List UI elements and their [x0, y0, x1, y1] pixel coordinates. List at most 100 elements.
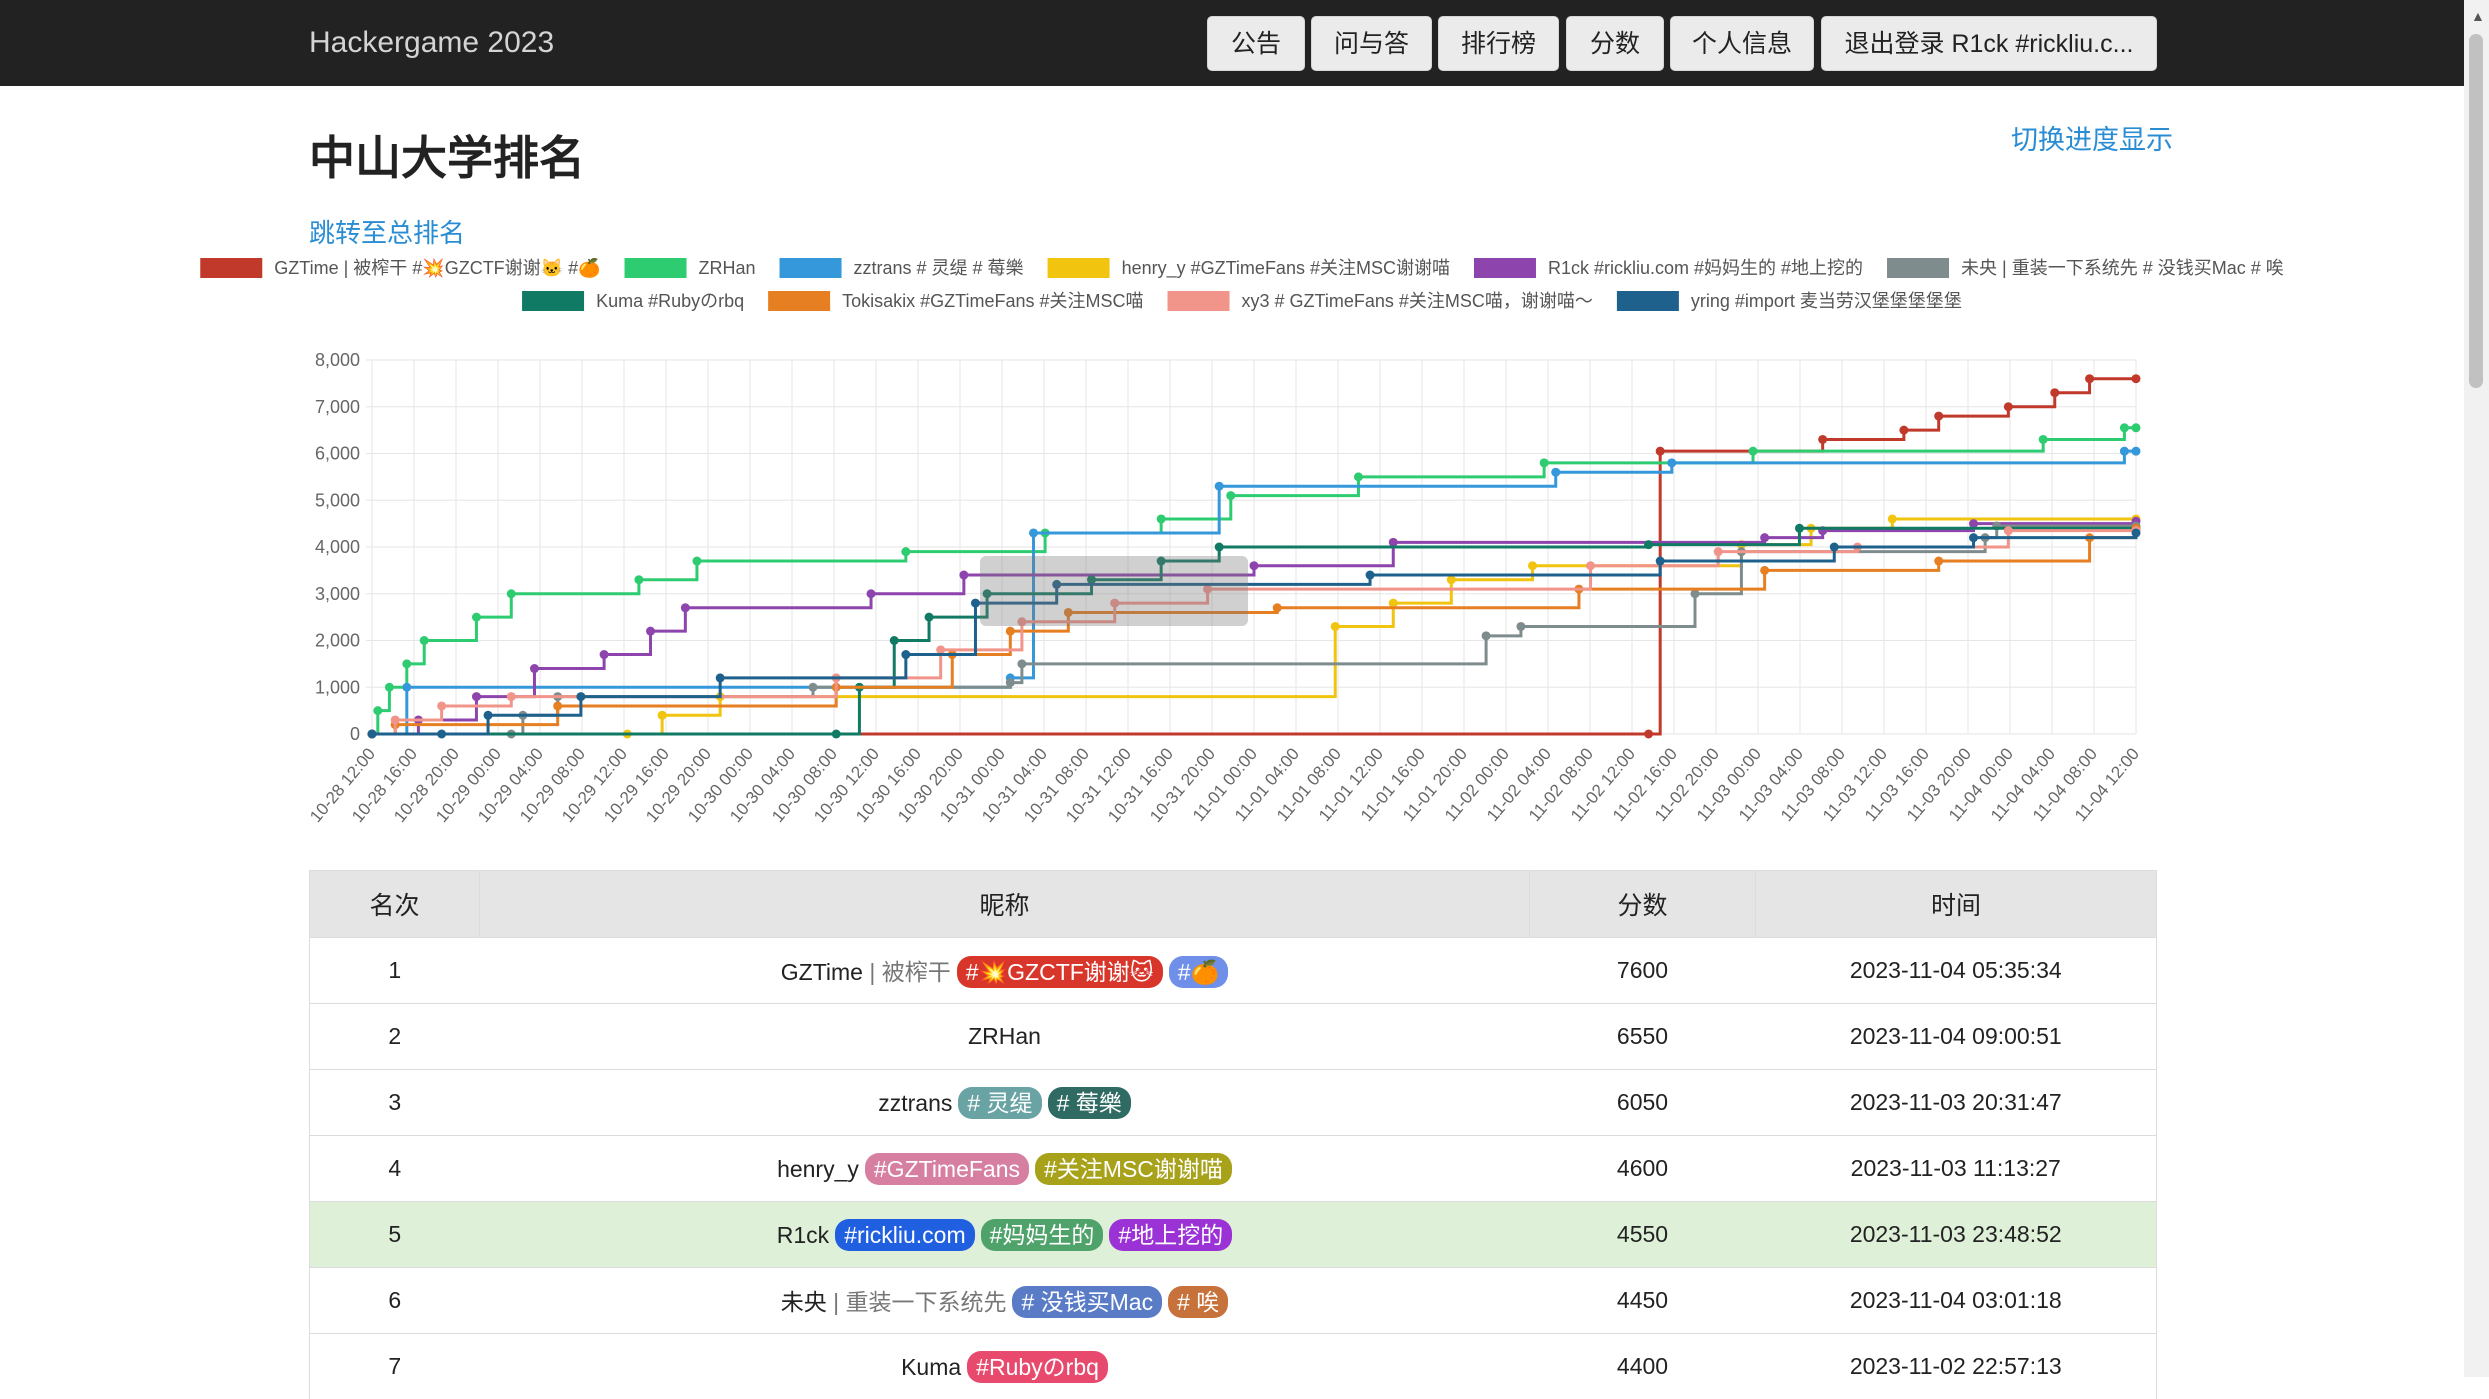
series-point	[1656, 447, 1665, 456]
player-tag-badge: #妈妈生的	[981, 1219, 1104, 1251]
series-point	[472, 613, 481, 622]
ranking-table: 名次 昵称 分数 时间 1GZTime | 被榨干#💥GZCTF谢谢🐱#🍊760…	[309, 870, 2157, 1399]
y-tick-label: 7,000	[315, 397, 360, 417]
player-tag-badge: # 唉	[1168, 1286, 1228, 1318]
nickname-cell: zztrans# 灵缇# 莓樂	[480, 1070, 1530, 1136]
series-point	[2132, 528, 2141, 537]
series-point	[2120, 447, 2129, 456]
series-point	[437, 730, 446, 739]
legend-label: zztrans # 灵缇 # 莓樂	[854, 258, 1024, 278]
rank-cell: 6	[310, 1268, 480, 1334]
player-name: henry_y	[777, 1156, 859, 1182]
series-point	[1273, 603, 1282, 612]
series-point	[1969, 533, 1978, 542]
score-cell: 6050	[1530, 1070, 1756, 1136]
series-point	[1528, 561, 1537, 570]
series-point	[2085, 374, 2094, 383]
series-point	[1017, 659, 1026, 668]
y-tick-label: 0	[350, 724, 360, 744]
player-tag-badge: #🍊	[1169, 956, 1228, 988]
scrollbar-thumb[interactable]	[2469, 34, 2483, 388]
player-name: Kuma	[901, 1354, 961, 1380]
series-point	[1029, 528, 1038, 537]
series-point	[437, 701, 446, 710]
legend-swatch	[1617, 291, 1679, 311]
series-point	[420, 636, 429, 645]
series-point	[634, 575, 643, 584]
series-point	[402, 683, 411, 692]
series-point	[901, 650, 910, 659]
series-point	[1389, 599, 1398, 608]
series-point	[1969, 519, 1978, 528]
table-row: 3zztrans# 灵缇# 莓樂60502023-11-03 20:31:47	[310, 1070, 2157, 1136]
series-point	[1644, 540, 1653, 549]
series-point	[809, 683, 818, 692]
series-point	[530, 664, 539, 673]
series-point	[553, 701, 562, 710]
rank-cell: 2	[310, 1004, 480, 1070]
header-time[interactable]: 时间	[1756, 871, 2157, 938]
series-point	[1888, 514, 1897, 523]
rank-cell: 5	[310, 1202, 480, 1268]
legend-swatch	[200, 258, 262, 278]
legend-swatch	[1168, 291, 1230, 311]
series-point	[368, 730, 377, 739]
series-point	[2120, 423, 2129, 432]
series-point	[1934, 557, 1943, 566]
series-point	[1667, 458, 1676, 467]
legend-label: henry_y #GZTimeFans #关注MSC谢谢喵	[1122, 258, 1450, 279]
nickname-cell: henry_y#GZTimeFans#关注MSC谢谢喵	[480, 1136, 1530, 1202]
series-point	[1760, 533, 1769, 542]
series-point	[507, 589, 516, 598]
series-point	[1215, 543, 1224, 552]
page-scrollbar[interactable]: ▲	[2464, 0, 2489, 1377]
time-cell: 2023-11-03 11:13:27	[1756, 1136, 2157, 1202]
series-point	[2132, 374, 2141, 383]
nickname-cell: R1ck#rickliu.com#妈妈生的#地上挖的	[480, 1202, 1530, 1268]
series-point	[832, 730, 841, 739]
table-row: 7Kuma#Rubyのrbq44002023-11-02 22:57:13	[310, 1334, 2157, 1399]
player-tag-badge: #Rubyのrbq	[967, 1351, 1108, 1383]
y-tick-label: 6,000	[315, 444, 360, 464]
player-tag-badge: #关注MSC谢谢喵	[1035, 1153, 1232, 1185]
series-point	[1749, 447, 1758, 456]
header-score[interactable]: 分数	[1530, 871, 1756, 938]
player-tag-badge: #GZTimeFans	[865, 1153, 1029, 1185]
time-cell: 2023-11-04 05:35:34	[1756, 938, 2157, 1004]
series-point	[716, 673, 725, 682]
player-name: ZRHan	[968, 1023, 1041, 1049]
header-nickname[interactable]: 昵称	[480, 871, 1530, 938]
series-point	[576, 692, 585, 701]
legend-swatch	[1887, 258, 1949, 278]
legend-swatch	[1474, 258, 1536, 278]
series-point	[867, 589, 876, 598]
score-cell: 4550	[1530, 1202, 1756, 1268]
nickname-cell: ZRHan	[480, 1004, 1530, 1070]
series-point	[1250, 561, 1259, 570]
series-point	[2039, 435, 2048, 444]
series-point	[1934, 412, 1943, 421]
series-point	[2004, 402, 2013, 411]
header-rank[interactable]: 名次	[310, 871, 480, 938]
name-suffix-text: 被榨干	[882, 959, 951, 985]
series-point	[1215, 482, 1224, 491]
table-row: 2ZRHan65502023-11-04 09:00:51	[310, 1004, 2157, 1070]
series-point	[1516, 622, 1525, 631]
rank-cell: 4	[310, 1136, 480, 1202]
time-cell: 2023-11-02 22:57:13	[1756, 1334, 2157, 1399]
series-point	[1795, 524, 1804, 533]
series-point	[681, 603, 690, 612]
series-point	[373, 706, 382, 715]
legend-label: 未央 | 重装一下系统先 # 没钱买Mac # 唉	[1961, 258, 2284, 278]
series-point	[1389, 538, 1398, 547]
series-point	[1331, 622, 1340, 631]
series-point	[1656, 557, 1665, 566]
score-cell: 4600	[1530, 1136, 1756, 1202]
series-point	[1366, 571, 1375, 580]
series-point	[507, 692, 516, 701]
player-tag-badge: #💥GZCTF谢谢🐱	[957, 956, 1163, 988]
scroll-up-arrow-icon[interactable]: ▲	[2471, 8, 2485, 24]
rank-cell: 7	[310, 1334, 480, 1399]
series-point	[1760, 566, 1769, 575]
series-point	[1691, 589, 1700, 598]
